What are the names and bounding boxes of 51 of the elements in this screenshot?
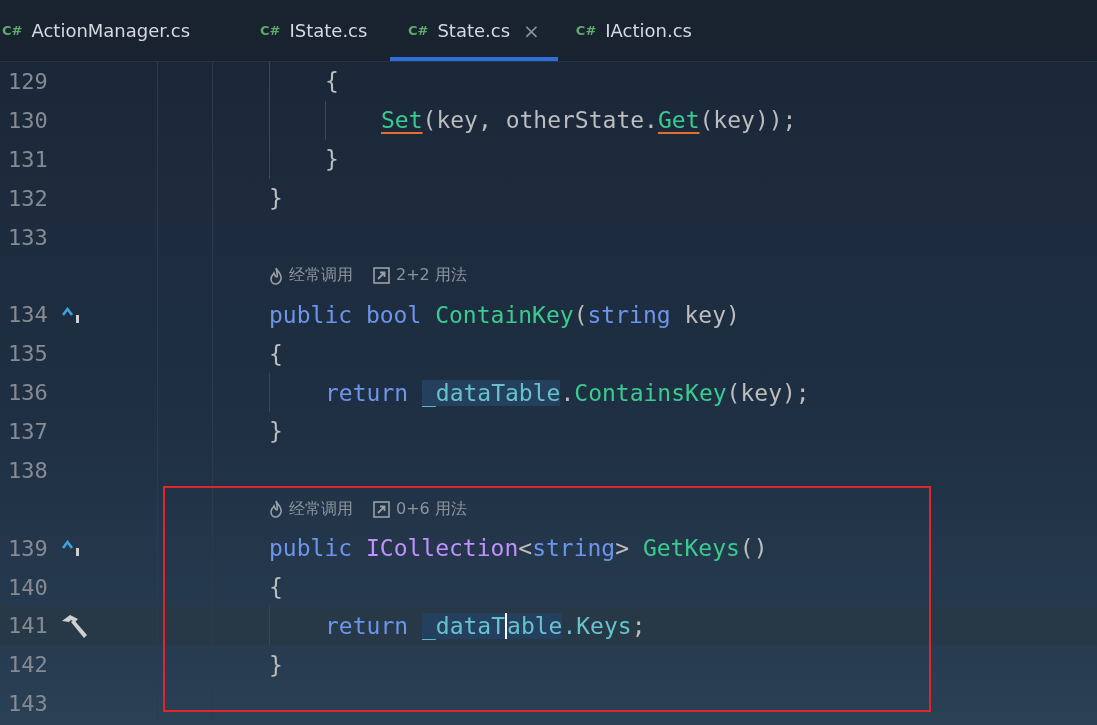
code-line: } bbox=[269, 651, 283, 678]
code-line: public ICollection<string> GetKeys() bbox=[269, 535, 768, 562]
flame-icon bbox=[269, 500, 283, 519]
external-link-icon bbox=[373, 500, 390, 518]
code-line: public bool ContainKey(string key) bbox=[269, 301, 740, 328]
line-number: 133 bbox=[8, 224, 48, 250]
tab-label: IState.cs bbox=[289, 20, 368, 41]
file-tab[interactable]: C# ActionManager.cs bbox=[0, 0, 220, 61]
usage-frequency-hint[interactable]: 经常调用 bbox=[289, 265, 353, 287]
csharp-file-icon: C# bbox=[260, 23, 281, 38]
line-number: 141 bbox=[8, 613, 48, 639]
line-number: 130 bbox=[8, 107, 48, 133]
external-link-icon bbox=[373, 267, 390, 285]
line-number: 137 bbox=[8, 418, 48, 444]
close-icon[interactable]: × bbox=[523, 18, 540, 43]
code-line: } bbox=[269, 418, 283, 445]
line-number: 134 bbox=[8, 302, 48, 328]
usages-hint[interactable]: 0+6 用法 bbox=[396, 498, 467, 520]
line-number: 131 bbox=[8, 146, 48, 172]
code-line: } bbox=[269, 185, 283, 212]
code-line: } bbox=[325, 146, 339, 173]
code-line: return _dataTable.ContainsKey(key); bbox=[325, 379, 810, 406]
tab-label: State.cs bbox=[437, 20, 511, 41]
csharp-file-icon: C# bbox=[575, 23, 597, 38]
code-line: { bbox=[269, 574, 283, 600]
implementation-marker-icon[interactable] bbox=[62, 540, 82, 557]
file-tab[interactable]: C# IState.cs bbox=[220, 0, 390, 61]
line-number: 143 bbox=[8, 691, 48, 717]
file-tab[interactable]: C# State.cs × bbox=[390, 0, 558, 61]
csharp-file-icon: C# bbox=[2, 23, 23, 38]
line-number: 138 bbox=[8, 457, 48, 483]
line-number: 135 bbox=[8, 341, 48, 367]
line-number: 129 bbox=[8, 68, 48, 94]
hammer-icon[interactable] bbox=[60, 612, 88, 639]
usages-hint[interactable]: 2+2 用法 bbox=[396, 265, 467, 287]
line-number: 140 bbox=[8, 574, 48, 600]
line-number: 142 bbox=[8, 652, 48, 678]
code-line: { bbox=[269, 340, 283, 367]
line-number: 136 bbox=[8, 380, 48, 406]
file-tab[interactable]: C# IAction.cs bbox=[557, 0, 710, 61]
line-number: 139 bbox=[8, 535, 48, 561]
code-line: return _dataTable.Keys; bbox=[325, 612, 646, 639]
line-number: 132 bbox=[8, 185, 48, 211]
code-line: { bbox=[325, 68, 339, 95]
csharp-file-icon: C# bbox=[408, 23, 429, 38]
tab-label: IAction.cs bbox=[605, 20, 692, 41]
usage-frequency-hint[interactable]: 经常调用 bbox=[289, 498, 353, 520]
implementation-marker-icon[interactable] bbox=[62, 306, 82, 323]
code-line: Set(key, otherState.Get(key)); bbox=[381, 107, 797, 134]
tab-label: ActionManager.cs bbox=[31, 20, 191, 41]
flame-icon bbox=[269, 266, 283, 285]
